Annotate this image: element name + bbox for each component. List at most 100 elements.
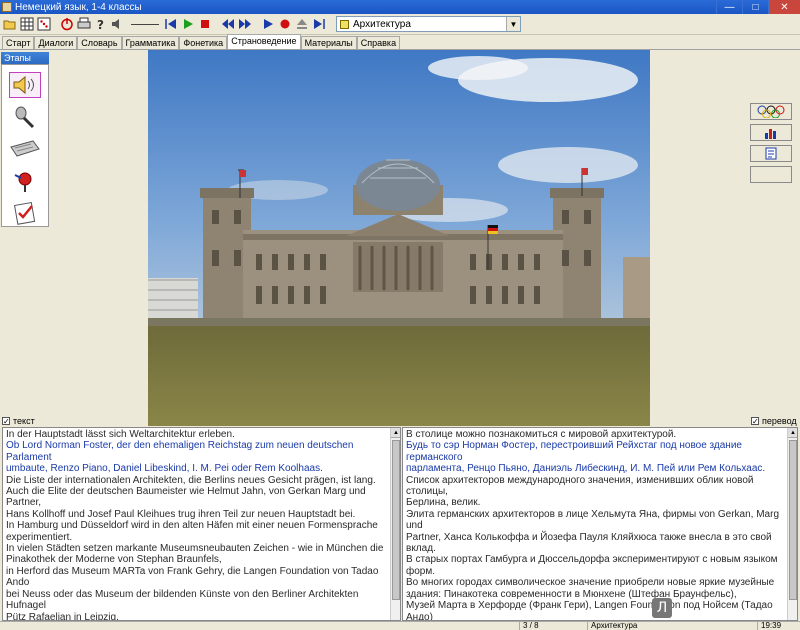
play-icon[interactable] xyxy=(180,16,196,32)
text-line: Auch die Elite der deutschen Baumeister … xyxy=(6,486,366,509)
keyboard-icon xyxy=(10,140,40,157)
text-line: Pinakothek der Moderne von Stephan Braun… xyxy=(6,554,222,566)
first-icon[interactable] xyxy=(163,16,179,32)
text-line: парламента, Ренцо Пьяно, Даниэль Либески… xyxy=(406,463,766,475)
volume-icon[interactable] xyxy=(110,16,126,32)
pin-icon xyxy=(14,172,32,192)
title-bar: Немецкий язык, 1-4 классы — □ ✕ xyxy=(0,0,800,14)
open-folder-icon[interactable] xyxy=(2,16,18,32)
minimize-button[interactable]: — xyxy=(716,0,742,14)
checklist-icon xyxy=(13,201,36,225)
stages-panel xyxy=(1,64,49,227)
text-line: In der Hauptstadt lässt sich Weltarchite… xyxy=(6,429,235,440)
tab-dictionary[interactable]: Словарь xyxy=(77,36,122,49)
text-line: Die Liste der internationalen Architekte… xyxy=(6,474,376,486)
reichstag-photo xyxy=(148,50,650,426)
speaker-icon xyxy=(13,75,34,95)
window-title: Немецкий язык, 1-4 классы xyxy=(15,1,142,13)
help-icon[interactable]: ? xyxy=(93,16,109,32)
publisher-logo: Л xyxy=(652,598,672,618)
german-text: In der Hauptstadt lässt sich Weltarchite… xyxy=(6,429,400,621)
olympic-rings-icon xyxy=(757,105,785,118)
grid-icon[interactable] xyxy=(19,16,35,32)
tab-grammar[interactable]: Грамматика xyxy=(121,36,180,49)
german-scroll-thumb[interactable] xyxy=(392,440,400,600)
maximize-button[interactable]: □ xyxy=(742,0,768,14)
translation-checkbox-box[interactable]: ✓ xyxy=(751,417,759,426)
russian-text: В столице можно познакомиться с мировой … xyxy=(406,429,797,621)
german-text-pane[interactable]: In der Hauptstadt lässt sich Weltarchite… xyxy=(2,427,401,621)
stage-speak-button[interactable] xyxy=(9,104,41,130)
text-line: In Hamburg und Düsseldorf wird in den al… xyxy=(6,520,378,532)
toolbar: ? Архитектура ▼ xyxy=(0,14,800,35)
stage-game-button[interactable] xyxy=(9,168,41,194)
svg-text:?: ? xyxy=(97,18,104,31)
print-icon[interactable] xyxy=(76,16,92,32)
last-icon[interactable] xyxy=(311,16,327,32)
tab-materials[interactable]: Материалы xyxy=(300,36,357,49)
document-icon xyxy=(765,147,777,160)
statistics-button[interactable] xyxy=(750,124,792,141)
text-line: В старых портах Гамбурга и Дюссельдорфа … xyxy=(406,554,778,566)
status-time: 19:39 xyxy=(761,622,782,630)
volume-slider[interactable] xyxy=(131,17,159,31)
scroll-up-icon[interactable]: ▲ xyxy=(788,428,797,438)
russian-scroll-thumb[interactable] xyxy=(789,440,797,600)
text-line: Будь то сэр Норман Фостер, перестроивший… xyxy=(406,440,742,463)
text-line: Hans Kollhoff und Josef Paul Kleihues tr… xyxy=(6,508,356,520)
text-line: In vielen Städten setzen markante Museum… xyxy=(6,543,384,555)
text-line: В столице можно познакомиться с мировой … xyxy=(406,429,677,440)
topic-select[interactable]: Архитектура ▼ xyxy=(336,16,521,32)
tab-strip: Старт Диалоги Словарь Грамматика Фонетик… xyxy=(0,34,800,50)
translation-checkbox[interactable]: ✓ перевод xyxy=(751,416,797,426)
text-line: Partner, Ханса Колькоффа и Йозефа Пауля … xyxy=(406,531,772,555)
text-line: здания: Пинакотека современности в Мюнхе… xyxy=(406,588,737,600)
status-bar: 3 / 8 Архитектура 19:39 xyxy=(0,621,800,630)
text-line: Музей Марта в Херфорде (Франк Гери), Lan… xyxy=(406,600,773,621)
dice-icon[interactable] xyxy=(36,16,52,32)
topic-color-icon xyxy=(340,19,349,29)
tab-help[interactable]: Справка xyxy=(356,36,401,49)
stage-test-button[interactable] xyxy=(9,200,41,226)
play-record-icon[interactable] xyxy=(260,16,276,32)
text-line: in Herford das Museum MARTa von Frank Ge… xyxy=(6,565,379,589)
app-icon xyxy=(2,2,12,12)
stop-icon[interactable] xyxy=(197,16,213,32)
text-line: Ob Lord Norman Foster, der den ehemalige… xyxy=(6,440,354,463)
status-page: 3 / 8 xyxy=(520,622,588,630)
text-line: experimentiert. xyxy=(6,531,73,543)
translation-checkbox-label: перевод xyxy=(762,416,797,426)
german-scrollbar[interactable]: ▲ xyxy=(390,428,400,620)
document-button[interactable] xyxy=(750,145,792,162)
tab-phonetics[interactable]: Фонетика xyxy=(179,36,228,49)
stage-keyboard-button[interactable] xyxy=(9,136,41,162)
text-checkbox-box[interactable]: ✓ xyxy=(2,417,10,426)
stages-header: Этапы xyxy=(1,52,49,64)
russian-text-pane[interactable]: В столице можно познакомиться с мировой … xyxy=(402,427,798,621)
eject-icon[interactable] xyxy=(294,16,310,32)
close-button[interactable]: ✕ xyxy=(768,0,800,14)
forward-icon[interactable] xyxy=(237,16,253,32)
record-icon[interactable] xyxy=(277,16,293,32)
text-line: umbaute, Renzo Piano, Daniel Libeskind, … xyxy=(6,463,323,475)
tab-start[interactable]: Старт xyxy=(2,36,35,49)
chart-icon xyxy=(765,129,776,139)
olympic-rings-button[interactable] xyxy=(750,103,792,120)
rewind-icon[interactable] xyxy=(220,16,236,32)
text-line: Во многих городах символическое значение… xyxy=(406,577,775,589)
status-empty xyxy=(0,622,520,630)
scroll-up-icon[interactable]: ▲ xyxy=(391,428,400,438)
empty-button[interactable] xyxy=(750,166,792,183)
text-checkbox[interactable]: ✓ текст xyxy=(2,416,35,426)
stage-listen-button[interactable] xyxy=(9,72,41,98)
tab-dialogs[interactable]: Диалоги xyxy=(34,36,78,49)
power-icon[interactable] xyxy=(59,16,75,32)
russian-scrollbar[interactable]: ▲ xyxy=(787,428,797,620)
topic-select-value: Архитектура xyxy=(353,18,411,30)
tab-country-studies[interactable]: Страноведение xyxy=(227,34,301,49)
text-line: bei Neuss oder das Museum der bildenden … xyxy=(6,588,359,612)
chevron-down-icon[interactable]: ▼ xyxy=(506,17,520,31)
status-topic: Архитектура xyxy=(588,622,758,630)
text-line: Pütz Rafaelian in Leipzig. xyxy=(6,611,119,621)
text-line: Берлина, велик. xyxy=(406,497,481,509)
